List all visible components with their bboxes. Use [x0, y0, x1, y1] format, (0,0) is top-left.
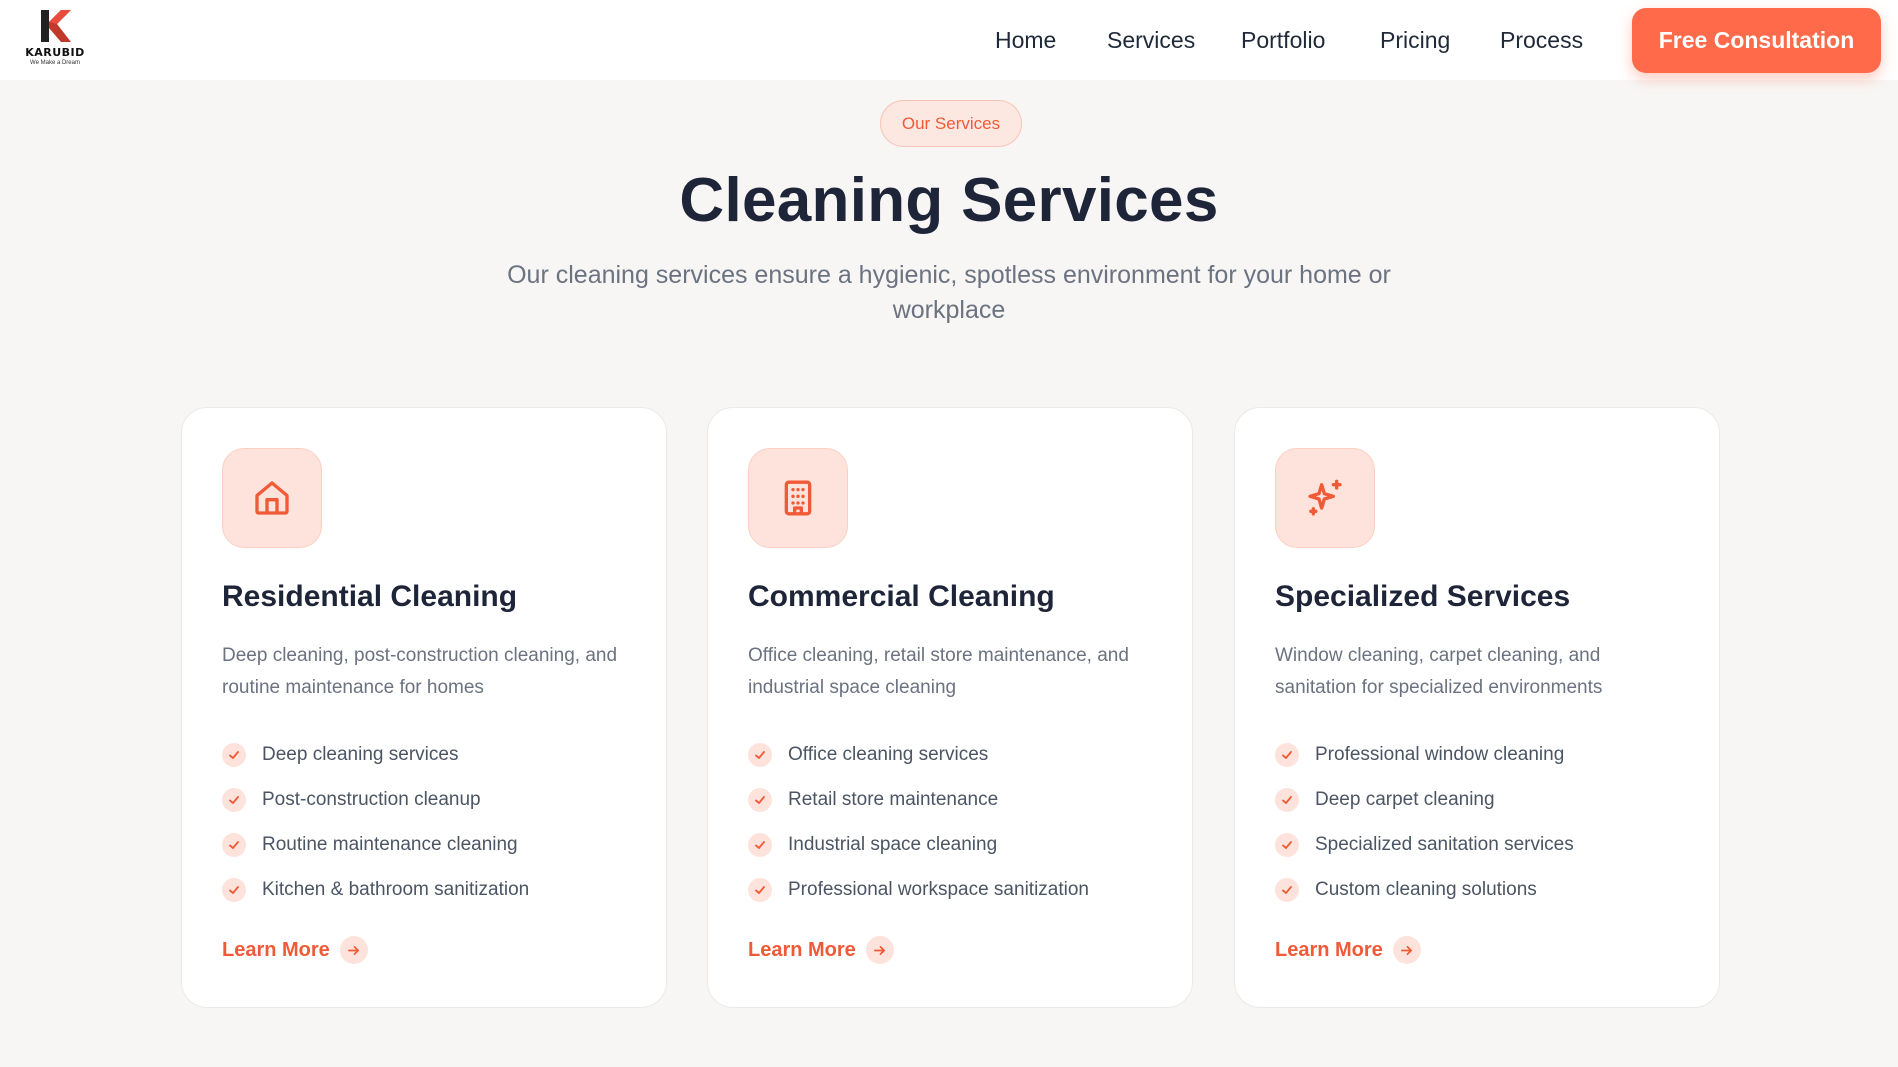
feature-item: Kitchen & bathroom sanitization: [222, 867, 529, 912]
learn-more-link[interactable]: Learn More: [748, 936, 894, 964]
feature-list: Office cleaning services Retail store ma…: [748, 732, 1089, 912]
card-title: Commercial Cleaning: [748, 580, 1055, 613]
card-title: Residential Cleaning: [222, 580, 518, 613]
feature-text: Deep carpet cleaning: [1315, 788, 1495, 810]
feature-item: Professional window cleaning: [1275, 732, 1574, 777]
building-icon: [784, 480, 812, 516]
feature-text: Custom cleaning solutions: [1315, 878, 1537, 900]
learn-more-link[interactable]: Learn More: [1275, 936, 1421, 964]
site-header: KARUBID We Make a Dream Home Services Po…: [0, 0, 1898, 80]
check-icon: [222, 787, 246, 812]
free-consultation-button[interactable]: Free Consultation: [1632, 8, 1881, 73]
feature-item: Custom cleaning solutions: [1275, 867, 1574, 912]
feature-text: Office cleaning services: [788, 743, 989, 765]
feature-text: Professional window cleaning: [1315, 743, 1565, 765]
section-badge: Our Services: [880, 100, 1022, 147]
house-icon: [255, 481, 289, 515]
check-icon: [748, 742, 772, 767]
check-icon: [222, 742, 246, 767]
card-icon-box: [222, 448, 322, 548]
check-icon: [748, 832, 772, 857]
check-icon: [748, 877, 772, 902]
feature-item: Post-construction cleanup: [222, 777, 529, 822]
feature-text: Professional workspace sanitization: [788, 878, 1089, 900]
card-description: Deep cleaning, post-construction cleanin…: [222, 645, 618, 698]
feature-item: Deep cleaning services: [222, 732, 529, 777]
feature-text: Specialized sanitation services: [1315, 833, 1574, 855]
learn-more-label: Learn More: [222, 938, 330, 961]
main-nav: Home Services Portfolio Pricing Process …: [0, 0, 1898, 80]
service-card-residential: Residential Cleaning Deep cleaning, post…: [181, 407, 667, 1008]
feature-item: Office cleaning services: [748, 732, 1089, 777]
service-card-commercial: Commercial Cleaning Office cleaning, ret…: [707, 407, 1193, 1008]
check-icon: [1275, 832, 1299, 857]
feature-text: Post-construction cleanup: [262, 788, 481, 810]
page-subtitle: Our cleaning services ensure a hygienic,…: [507, 261, 1391, 324]
nav-portfolio[interactable]: Portfolio: [1241, 27, 1325, 54]
check-icon: [222, 877, 246, 902]
feature-item: Professional workspace sanitization: [748, 867, 1089, 912]
feature-item: Retail store maintenance: [748, 777, 1089, 822]
feature-text: Retail store maintenance: [788, 788, 999, 810]
card-icon-box: [1275, 448, 1375, 548]
card-description: Window cleaning, carpet cleaning, and sa…: [1275, 645, 1603, 698]
feature-list: Professional window cleaning Deep carpet…: [1275, 732, 1574, 912]
feature-item: Deep carpet cleaning: [1275, 777, 1574, 822]
check-icon: [1275, 787, 1299, 812]
arrow-right-icon: [865, 936, 894, 964]
arrow-right-icon: [1392, 936, 1421, 964]
service-card-specialized: Specialized Services Window cleaning, ca…: [1234, 407, 1720, 1008]
nav-pricing[interactable]: Pricing: [1380, 27, 1450, 54]
feature-item: Specialized sanitation services: [1275, 822, 1574, 867]
check-icon: [748, 787, 772, 812]
check-icon: [1275, 877, 1299, 902]
nav-home[interactable]: Home: [995, 27, 1056, 54]
feature-text: Routine maintenance cleaning: [262, 833, 518, 855]
feature-text: Kitchen & bathroom sanitization: [262, 878, 530, 900]
check-icon: [1275, 742, 1299, 767]
check-icon: [222, 832, 246, 857]
nav-services[interactable]: Services: [1107, 27, 1195, 54]
arrow-right-icon: [339, 936, 368, 964]
card-title: Specialized Services: [1275, 580, 1571, 613]
learn-more-link[interactable]: Learn More: [222, 936, 368, 964]
page-title: Cleaning Services: [679, 166, 1219, 235]
card-description: Office cleaning, retail store maintenanc…: [748, 645, 1129, 698]
sparkles-icon: [1308, 479, 1342, 516]
feature-item: Industrial space cleaning: [748, 822, 1089, 867]
card-icon-box: [748, 448, 848, 548]
feature-text: Industrial space cleaning: [788, 833, 998, 855]
learn-more-label: Learn More: [748, 938, 856, 961]
nav-process[interactable]: Process: [1500, 27, 1583, 54]
feature-list: Deep cleaning services Post-construction…: [222, 732, 529, 912]
feature-item: Routine maintenance cleaning: [222, 822, 529, 867]
learn-more-label: Learn More: [1275, 938, 1383, 961]
feature-text: Deep cleaning services: [262, 743, 459, 765]
